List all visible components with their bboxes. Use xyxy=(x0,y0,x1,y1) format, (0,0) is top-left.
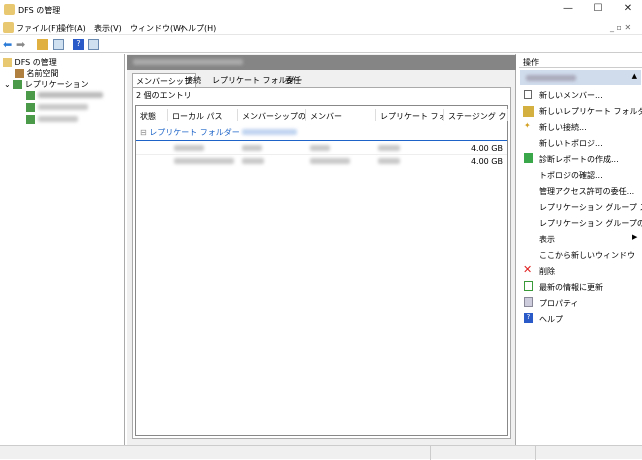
column-header-member[interactable]: メンバー xyxy=(306,109,376,121)
action-replication-group-schedule[interactable]: レプリケーション グループ ス... xyxy=(539,202,642,213)
replication-icon xyxy=(13,80,23,89)
action-new-member[interactable]: 新しいメンバー... xyxy=(539,90,603,101)
action-delegate-permissions[interactable]: 管理アクセス許可の委任... xyxy=(539,186,634,197)
entry-count: 2 個のエントリ xyxy=(136,91,192,100)
column-header-staging-quota[interactable]: ステージング クォ... xyxy=(444,109,508,121)
window-title: DFS の管理 xyxy=(18,6,61,15)
tab-connections[interactable]: 接続 xyxy=(182,73,204,87)
staging-quota-cell: 4.00 GB xyxy=(470,157,503,166)
toolbar: ⬅ ➡ ? xyxy=(0,36,642,53)
action-create-diagnostic-report[interactable]: 診断レポートの作成... xyxy=(539,154,619,165)
actions-header: 操作 xyxy=(519,54,642,68)
action-delete[interactable]: 削除 xyxy=(539,266,555,277)
action-refresh[interactable]: 最新の情報に更新 xyxy=(539,282,603,293)
table-row[interactable]: 4.00 GB xyxy=(136,142,507,154)
tree-item-replication[interactable]: ⌄ レプリケーション xyxy=(4,79,89,90)
tree-item-dfs-root[interactable]: DFS の管理 xyxy=(3,57,57,68)
membership-table: 状態 ローカル パス メンバーシップの... メンバー レプリケート フォル..… xyxy=(135,105,508,436)
actions-section-header[interactable]: ▲ xyxy=(520,70,641,85)
tree-item-namespace[interactable]: 名前空間 xyxy=(15,68,59,79)
table-row[interactable]: 4.00 GB xyxy=(136,154,507,166)
help-icon: ? xyxy=(524,313,533,323)
show-hide-tree-icon[interactable] xyxy=(53,39,64,50)
dfs-icon xyxy=(3,58,12,67)
tree-replication-label: レプリケーション xyxy=(24,80,89,89)
menu-view[interactable]: 表示(V) xyxy=(94,23,122,34)
expand-chevron-icon[interactable]: ⌄ xyxy=(4,80,11,89)
menu-action[interactable]: 操作(A) xyxy=(58,23,86,34)
tree-pane: DFS の管理 名前空間 ⌄ レプリケーション xyxy=(0,54,125,445)
diagnostic-report-icon xyxy=(524,153,533,163)
tree-namespace-label: 名前空間 xyxy=(26,69,59,78)
namespace-icon xyxy=(15,69,24,78)
title-bar: DFS の管理 — ☐ ✕ xyxy=(0,0,642,20)
menu-window[interactable]: ウィンドウ(W) xyxy=(130,23,184,34)
group-row[interactable]: ⊟ レプリケート フォルダー xyxy=(140,127,298,138)
mmc-icon xyxy=(3,22,14,33)
submenu-arrow-icon: ▶ xyxy=(632,233,638,241)
delete-icon: ✕ xyxy=(523,263,533,276)
actions-pane: 操作 ▲ 新しいメンバー... 新しいレプリケート フォルダ... ✦ 新しい接… xyxy=(519,54,642,445)
help-icon[interactable]: ? xyxy=(73,39,84,50)
tree-root-label: DFS の管理 xyxy=(14,58,57,67)
back-arrow-icon[interactable]: ⬅ xyxy=(3,39,14,50)
new-member-icon xyxy=(524,90,532,99)
refresh-icon xyxy=(524,281,533,291)
status-bar xyxy=(0,445,642,460)
replication-group-icon xyxy=(26,91,35,100)
action-new-window[interactable]: ここから新しいウィンドウ xyxy=(539,250,635,261)
action-new-connection[interactable]: 新しい接続... xyxy=(539,122,587,133)
menu-file[interactable]: ファイル(F) xyxy=(16,23,59,34)
action-verify-topology[interactable]: トポロジの確認... xyxy=(539,170,603,181)
tree-item-group[interactable] xyxy=(26,115,78,124)
column-header-replicated-folder[interactable]: レプリケート フォル... xyxy=(376,109,444,121)
action-properties[interactable]: プロパティ xyxy=(539,298,579,309)
forward-arrow-icon[interactable]: ➡ xyxy=(16,39,27,50)
child-window-controls[interactable]: _ ▫ ✕ xyxy=(610,23,631,32)
action-view[interactable]: 表示 xyxy=(539,234,555,245)
action-new-topology[interactable]: 新しいトポロジ... xyxy=(539,138,603,149)
menu-bar: ファイル(F) 操作(A) 表示(V) ウィンドウ(W) ヘルプ(H) _ ▫ … xyxy=(0,20,642,35)
column-header-membership[interactable]: メンバーシップの... xyxy=(238,109,306,121)
maximize-button[interactable]: ☐ xyxy=(588,3,608,17)
up-folder-icon[interactable] xyxy=(37,39,48,50)
details-pane: メンバーシップ 接続 レプリケート フォルダー 委任 2 個のエントリ 状態 ロ… xyxy=(127,54,516,445)
tree-item-group[interactable] xyxy=(26,91,103,100)
action-replication-group-other[interactable]: レプリケーション グループの... xyxy=(539,218,642,229)
action-help[interactable]: ヘルプ xyxy=(539,314,563,325)
details-header xyxy=(127,55,516,70)
properties-icon xyxy=(524,297,533,307)
replication-group-icon xyxy=(26,103,35,112)
close-button[interactable]: ✕ xyxy=(618,3,638,17)
collapse-icon[interactable]: ⊟ xyxy=(140,128,147,137)
replication-group-icon xyxy=(26,115,35,124)
tree-item-group[interactable] xyxy=(26,103,88,112)
new-connection-icon: ✦ xyxy=(524,121,531,130)
action-new-replicated-folder[interactable]: 新しいレプリケート フォルダ... xyxy=(539,106,642,117)
column-header-local-path[interactable]: ローカル パス xyxy=(168,109,238,121)
tab-delegation[interactable]: 委任 xyxy=(282,73,304,87)
staging-quota-cell: 4.00 GB xyxy=(470,144,503,153)
group-label: レプリケート フォルダー xyxy=(149,128,240,137)
dfs-app-icon xyxy=(4,4,15,15)
column-header-status[interactable]: 状態 xyxy=(136,109,168,121)
action-pane-icon[interactable] xyxy=(88,39,99,50)
menu-help[interactable]: ヘルプ(H) xyxy=(180,23,216,34)
minimize-button[interactable]: — xyxy=(558,3,578,17)
new-replicated-folder-icon xyxy=(523,106,534,117)
